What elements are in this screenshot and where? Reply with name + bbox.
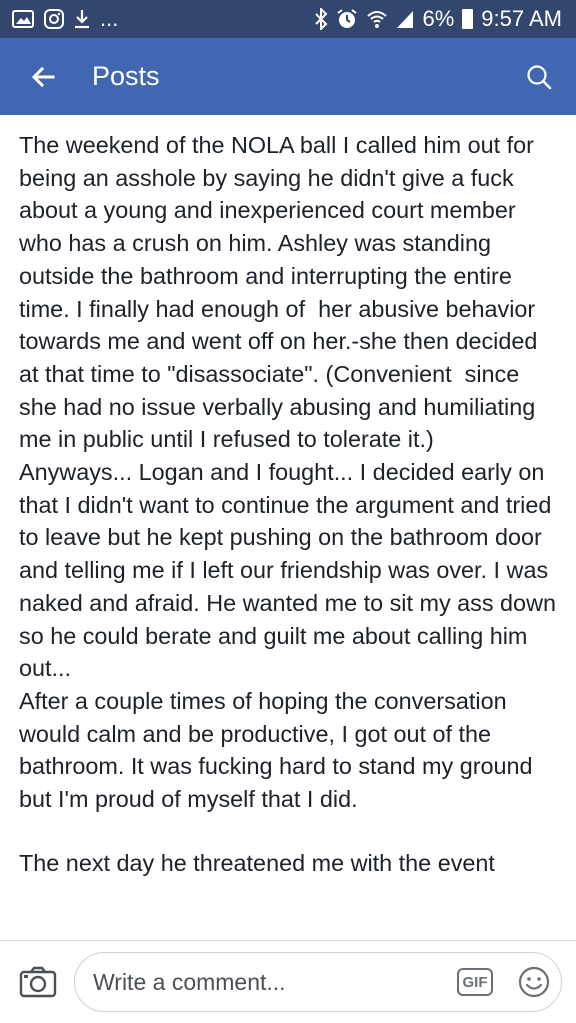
page-title: Posts	[92, 61, 160, 91]
comment-placeholder: Write a comment...	[93, 968, 286, 995]
camera-icon[interactable]	[16, 960, 60, 1004]
status-bar: ... 6% 9:57 AM	[0, 0, 576, 38]
status-overflow: ...	[100, 6, 119, 31]
post-paragraph-2: The next day he threatened me with the e…	[19, 849, 495, 876]
status-left: ...	[12, 6, 118, 32]
app-bar: Posts	[0, 38, 576, 115]
comment-input[interactable]: Write a comment... GIF	[74, 952, 562, 1012]
status-right: 6% 9:57 AM	[314, 6, 562, 32]
download-icon	[74, 9, 90, 29]
image-icon	[12, 10, 34, 28]
bluetooth-icon	[314, 8, 328, 30]
back-arrow-icon[interactable]	[30, 64, 56, 90]
gif-button[interactable]: GIF	[457, 968, 493, 996]
search-icon[interactable]	[524, 62, 554, 92]
alarm-icon	[336, 8, 358, 30]
comment-bar: Write a comment... GIF	[0, 940, 576, 1023]
post-paragraph-1: The weekend of the NOLA ball I called hi…	[19, 132, 556, 813]
smiley-icon[interactable]	[517, 965, 551, 999]
instagram-icon	[44, 9, 64, 29]
clock: 9:57 AM	[481, 6, 562, 31]
battery-icon	[462, 9, 474, 29]
signal-icon	[396, 9, 414, 29]
battery-percent: 6%	[422, 6, 455, 31]
post-body: The weekend of the NOLA ball I called hi…	[0, 115, 576, 940]
wifi-icon	[366, 9, 388, 29]
